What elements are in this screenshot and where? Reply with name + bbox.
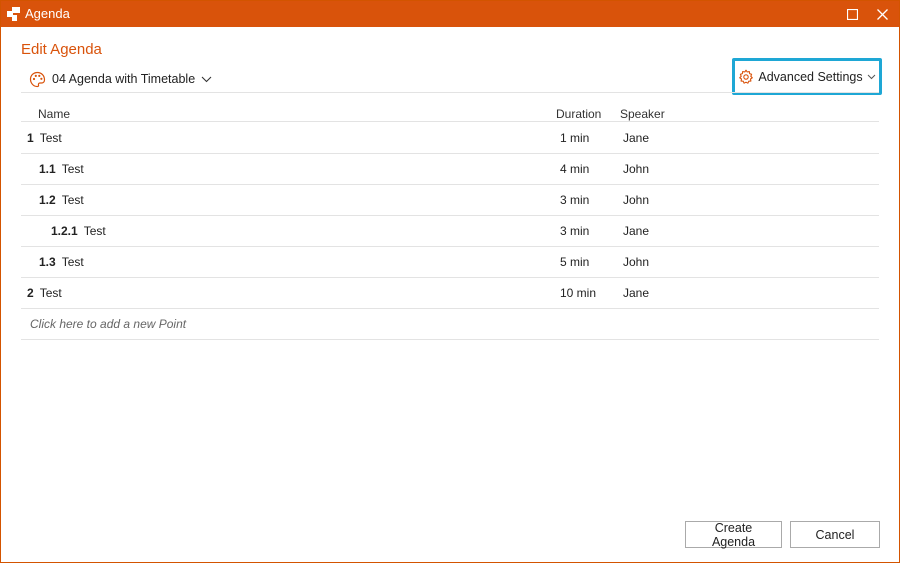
- column-header-name[interactable]: Name: [38, 107, 70, 121]
- create-agenda-button[interactable]: Create Agenda: [685, 521, 782, 549]
- agenda-item-speaker: Jane: [623, 224, 650, 238]
- close-button[interactable]: [867, 1, 897, 27]
- agenda-item-speaker: John: [623, 193, 650, 207]
- window-title: Agenda: [25, 6, 70, 21]
- agenda-item-name: 1.2.1 Test: [51, 224, 106, 238]
- agenda-app-icon: [7, 7, 20, 21]
- maximize-icon: [846, 8, 858, 20]
- maximize-button[interactable]: [837, 1, 867, 27]
- agenda-item-title: Test: [61, 255, 84, 269]
- table-row[interactable]: 1.2.1 Test 3 min Jane: [21, 215, 879, 247]
- cancel-button[interactable]: Cancel: [790, 521, 880, 548]
- agenda-item-duration: 4 min: [560, 162, 590, 176]
- agenda-item-name: 1 Test: [27, 131, 62, 145]
- divider: [21, 339, 879, 340]
- advanced-settings-button[interactable]: Advanced Settings: [732, 58, 882, 95]
- table-row[interactable]: 2 Test 10 min Jane: [21, 277, 879, 309]
- table-row[interactable]: 1.3 Test 5 min John: [21, 246, 879, 278]
- table-row[interactable]: 1 Test 1 min Jane: [21, 122, 879, 154]
- template-label: 04 Agenda with Timetable: [52, 72, 196, 86]
- add-point-row[interactable]: Click here to add a new Point: [30, 317, 186, 331]
- agenda-item-number: 1.2: [39, 193, 56, 207]
- chevron-down-icon: [867, 74, 875, 79]
- close-icon: [876, 8, 888, 20]
- agenda-item-name: 1.2 Test: [39, 193, 84, 207]
- agenda-item-number: 1: [27, 131, 34, 145]
- agenda-item-title: Test: [39, 131, 62, 145]
- agenda-window: Agenda Edit Agenda 04 Agenda with Timeta…: [0, 0, 900, 563]
- agenda-item-title: Test: [61, 162, 84, 176]
- column-header-duration[interactable]: Duration: [556, 107, 601, 121]
- agenda-item-speaker: Jane: [623, 286, 650, 300]
- agenda-item-name: 1.1 Test: [39, 162, 84, 176]
- agenda-item-duration: 3 min: [560, 193, 590, 207]
- template-dropdown[interactable]: 04 Agenda with Timetable: [29, 69, 212, 89]
- agenda-item-speaker: Jane: [623, 131, 650, 145]
- agenda-item-title: Test: [83, 224, 106, 238]
- divider: [21, 92, 879, 93]
- agenda-item-duration: 1 min: [560, 131, 590, 145]
- agenda-item-speaker: John: [623, 162, 650, 176]
- chevron-down-icon: [201, 76, 212, 82]
- page-title: Edit Agenda: [21, 41, 102, 58]
- agenda-item-duration: 3 min: [560, 224, 590, 238]
- agenda-item-number: 1.3: [39, 255, 56, 269]
- column-header-speaker[interactable]: Speaker: [620, 107, 665, 121]
- gear-icon: [739, 69, 754, 84]
- agenda-item-number: 1.1: [39, 162, 56, 176]
- agenda-item-duration: 5 min: [560, 255, 590, 269]
- agenda-item-name: 1.3 Test: [39, 255, 84, 269]
- agenda-item-title: Test: [61, 193, 84, 207]
- agenda-item-name: 2 Test: [27, 286, 62, 300]
- agenda-item-number: 1.2.1: [51, 224, 78, 238]
- table-row[interactable]: 1.2 Test 3 min John: [21, 184, 879, 216]
- agenda-item-speaker: John: [623, 255, 650, 269]
- title-bar[interactable]: Agenda: [1, 1, 899, 27]
- agenda-item-title: Test: [39, 286, 62, 300]
- advanced-settings-label: Advanced Settings: [758, 69, 863, 84]
- table-row[interactable]: 1.1 Test 4 min John: [21, 153, 879, 185]
- agenda-item-duration: 10 min: [560, 286, 597, 300]
- palette-icon: [29, 71, 46, 87]
- agenda-item-number: 2: [27, 286, 34, 300]
